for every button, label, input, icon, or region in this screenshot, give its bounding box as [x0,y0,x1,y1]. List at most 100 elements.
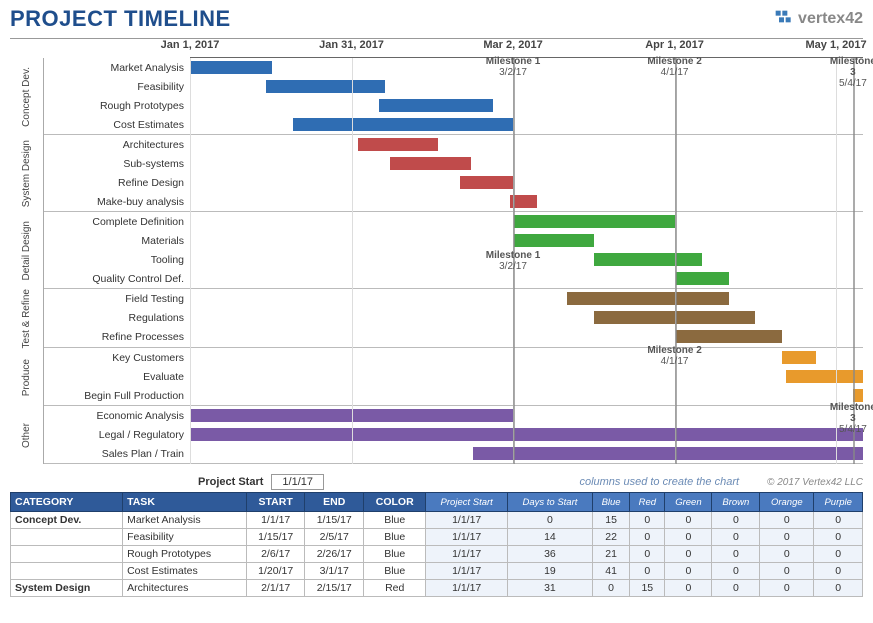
table-cell[interactable]: 1/1/17 [426,512,508,529]
table-cell[interactable]: 0 [665,563,712,580]
table-cell[interactable]: 0 [712,563,760,580]
gantt-bar[interactable] [191,61,272,74]
table-cell[interactable]: Cost Estimates [123,563,247,580]
table-cell[interactable]: 22 [592,529,629,546]
gantt-bar[interactable] [786,370,863,383]
table-cell[interactable]: Feasibility [123,529,247,546]
table-cell[interactable]: 1/1/17 [426,563,508,580]
table-cell[interactable] [11,546,123,563]
table-cell[interactable]: 31 [507,580,592,597]
gantt-bar[interactable] [675,272,729,285]
gantt-bar[interactable] [460,176,514,189]
table-cell[interactable]: 2/1/17 [246,580,305,597]
table-cell[interactable]: Blue [364,512,426,529]
table-cell[interactable]: 15 [592,512,629,529]
task-row: Complete Definition [44,212,863,231]
table-cell[interactable]: Market Analysis [123,512,247,529]
table-cell[interactable]: 1/20/17 [246,563,305,580]
gantt-bar[interactable] [191,428,863,441]
table-cell[interactable]: 0 [630,529,665,546]
table-cell[interactable]: Rough Prototypes [123,546,247,563]
col-header-calc: Brown [712,493,760,512]
gantt-bar[interactable] [293,118,513,131]
table-cell[interactable]: 0 [814,563,863,580]
table-cell[interactable] [11,529,123,546]
table-cell[interactable]: 0 [630,563,665,580]
gantt-bar[interactable] [379,99,493,112]
gantt-bar[interactable] [473,447,863,460]
table-cell[interactable]: 1/15/17 [305,512,364,529]
task-track [190,444,863,463]
table-cell[interactable]: Red [364,580,426,597]
table-cell[interactable]: 0 [712,512,760,529]
table-cell[interactable]: 1/1/17 [426,580,508,597]
gantt-bar[interactable] [390,157,471,170]
task-label: Refine Design [44,177,190,189]
table-cell[interactable]: 19 [507,563,592,580]
col-header: COLOR [364,493,426,512]
table-cell[interactable]: System Design [11,580,123,597]
data-table: CATEGORYTASKSTARTENDCOLORProject StartDa… [10,492,863,597]
table-cell[interactable]: 15 [630,580,665,597]
table-cell[interactable]: 0 [712,580,760,597]
table-cell[interactable]: 0 [665,529,712,546]
axis-tick: Jan 1, 2017 [161,39,220,51]
table-cell[interactable]: 1/1/17 [246,512,305,529]
table-cell[interactable]: 2/26/17 [305,546,364,563]
table-cell[interactable]: 0 [814,529,863,546]
table-cell[interactable]: 2/6/17 [246,546,305,563]
gantt-bar[interactable] [853,389,863,402]
table-cell[interactable]: 0 [760,580,814,597]
table-cell[interactable]: 14 [507,529,592,546]
gantt-bar[interactable] [594,311,755,324]
table-cell[interactable]: 0 [814,546,863,563]
gantt-bar[interactable] [358,138,439,151]
group-label: Concept Dev. [10,58,44,135]
task-row: Sales Plan / Train [44,444,863,463]
gantt-bar[interactable] [266,80,384,93]
table-cell[interactable]: 0 [814,512,863,529]
table-cell[interactable]: 2/5/17 [305,529,364,546]
table-cell[interactable]: 0 [760,546,814,563]
task-label: Refine Processes [44,331,190,343]
group: Concept Dev.Market AnalysisFeasibilityRo… [10,58,863,135]
table-cell[interactable]: 0 [712,546,760,563]
table-cell[interactable]: Blue [364,563,426,580]
table-cell[interactable]: 1/15/17 [246,529,305,546]
task-label: Rough Prototypes [44,100,190,112]
table-cell[interactable]: 36 [507,546,592,563]
project-start-value[interactable]: 1/1/17 [271,474,324,490]
table-cell[interactable]: 0 [630,546,665,563]
table-cell[interactable]: 2/15/17 [305,580,364,597]
table-cell[interactable]: 3/1/17 [305,563,364,580]
table-cell[interactable]: Blue [364,529,426,546]
table-cell[interactable]: 0 [814,580,863,597]
table-cell[interactable]: 0 [665,580,712,597]
gantt-bar[interactable] [594,253,702,266]
table-cell[interactable]: 1/1/17 [426,529,508,546]
table-cell[interactable]: 41 [592,563,629,580]
gantt-bar[interactable] [514,215,675,228]
gantt-bar[interactable] [567,292,728,305]
gantt-bar[interactable] [514,234,595,247]
table-cell[interactable]: 1/1/17 [426,546,508,563]
table-cell[interactable]: 0 [712,529,760,546]
table-cell[interactable]: 0 [630,512,665,529]
gantt-bar[interactable] [510,195,537,208]
task-label: Legal / Regulatory [44,429,190,441]
table-cell[interactable]: Blue [364,546,426,563]
gantt-bar[interactable] [675,330,783,343]
gantt-bar[interactable] [782,351,816,364]
table-cell[interactable]: 0 [507,512,592,529]
table-cell[interactable]: Concept Dev. [11,512,123,529]
table-cell[interactable]: Architectures [123,580,247,597]
gantt-bar[interactable] [191,409,514,422]
table-cell[interactable]: 21 [592,546,629,563]
table-cell[interactable]: 0 [592,580,629,597]
table-cell[interactable]: 0 [665,512,712,529]
table-cell[interactable]: 0 [760,512,814,529]
table-cell[interactable]: 0 [760,563,814,580]
table-cell[interactable]: 0 [665,546,712,563]
table-cell[interactable] [11,563,123,580]
table-cell[interactable]: 0 [760,529,814,546]
